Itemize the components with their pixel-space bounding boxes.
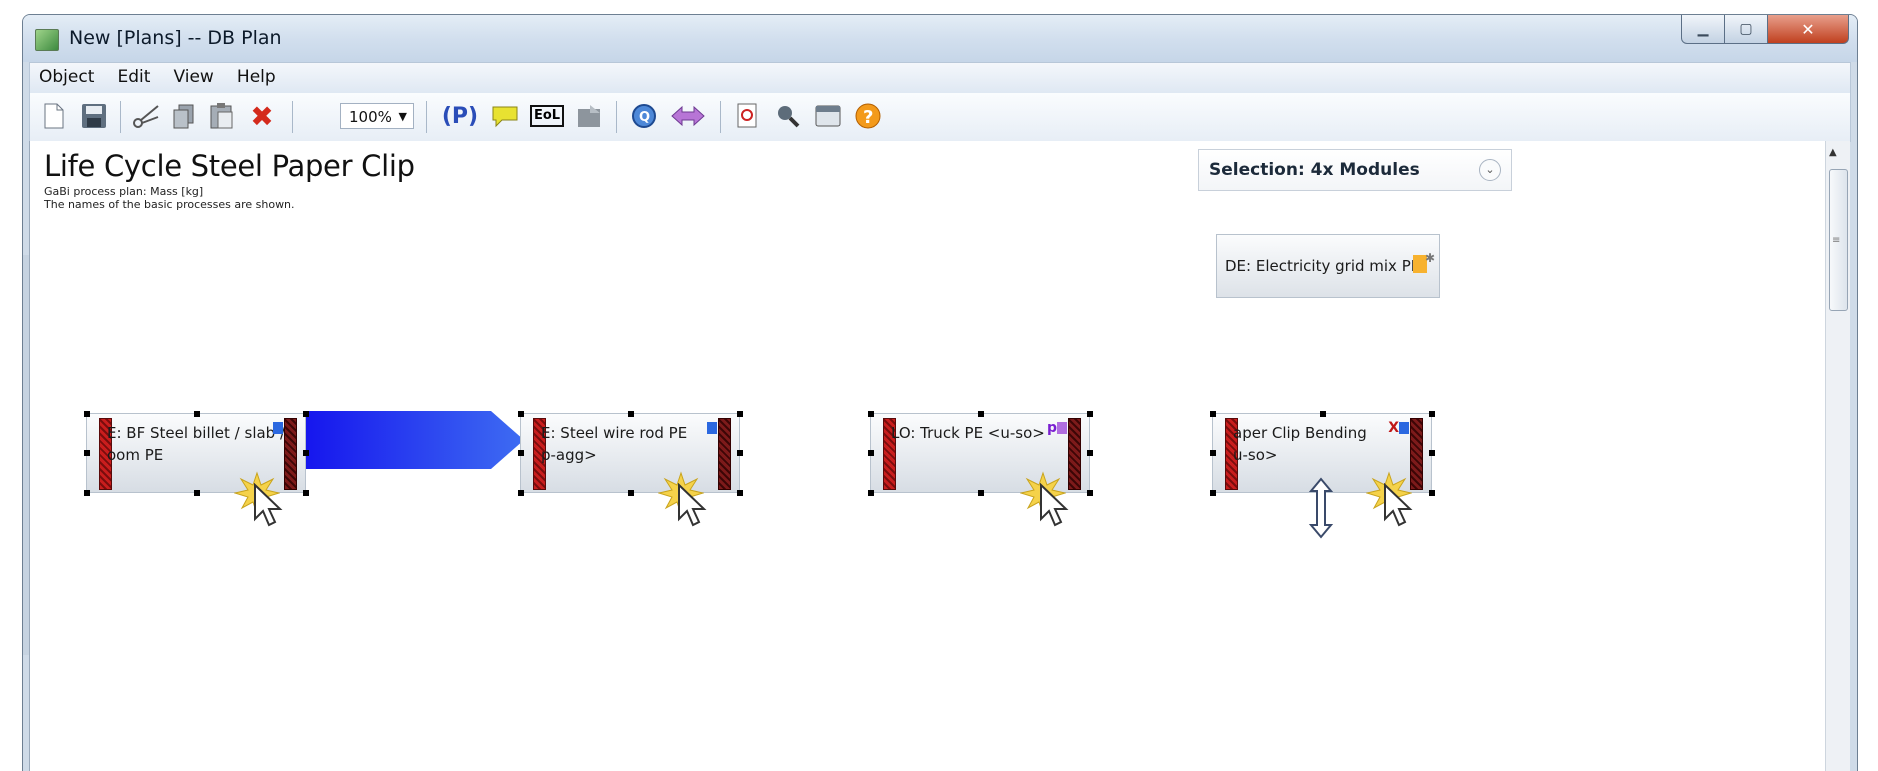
selection-panel[interactable]: Selection: 4x Modules ⌄	[1198, 149, 1512, 191]
comment-icon[interactable]	[490, 102, 518, 130]
window-title: New [Plans] -- DB Plan	[69, 27, 282, 49]
process-flag: p	[1046, 420, 1057, 436]
menu-edit[interactable]: Edit	[108, 63, 159, 87]
process-label-line2: p-agg>	[541, 446, 597, 464]
menu-view[interactable]: View	[164, 63, 222, 87]
left-border	[23, 255, 29, 655]
toolbar: ✖ 100% ▼ (P) EoL Q ?	[29, 93, 1851, 142]
output-bar	[718, 418, 731, 490]
flow-arrow[interactable]	[306, 411, 524, 469]
scroll-up-icon[interactable]: ▲	[1829, 147, 1837, 158]
save-icon[interactable]	[80, 102, 108, 130]
title-bar[interactable]: New [Plans] -- DB Plan ▁ ▢ ✕	[23, 15, 1857, 62]
eol-label: EoL	[529, 105, 565, 127]
electricity-label: DE: Electricity grid mix PE	[1225, 257, 1421, 275]
zoom-value: 100%	[349, 108, 392, 126]
delete-icon[interactable]: ✖	[248, 100, 276, 133]
process-type-icon	[1399, 422, 1409, 434]
menu-object[interactable]: Object	[30, 63, 103, 87]
app-icon	[35, 29, 59, 51]
quantities-icon[interactable]: Q	[630, 102, 658, 130]
plan-subtitle-line2: The names of the basic processes are sho…	[44, 198, 295, 211]
zoom-page-icon[interactable]	[734, 102, 762, 130]
vertical-scrollbar[interactable]: ▲ ≡	[1825, 141, 1850, 771]
chevron-down-icon: ▼	[398, 110, 407, 123]
app-window: New [Plans] -- DB Plan ▁ ▢ ✕ Object Edit…	[22, 14, 1858, 771]
grip-icon: ≡	[1832, 235, 1841, 246]
process-type-icon	[273, 422, 283, 434]
new-file-icon[interactable]	[40, 102, 68, 130]
close-button[interactable]: ✕	[1768, 15, 1849, 44]
process-label-line1: LO: Truck PE <u-so>	[891, 424, 1045, 442]
pointer-cursor-icon	[1384, 483, 1413, 527]
paste-icon[interactable]	[208, 102, 236, 130]
copy-icon[interactable]	[170, 102, 198, 130]
process-label-line1: E: BF Steel billet / slab /	[107, 424, 286, 442]
pointer-cursor-icon	[678, 483, 707, 527]
plan-subtitle-line1: GaBi process plan: Mass [kg]	[44, 185, 204, 198]
expand-chevron-icon[interactable]: ⌄	[1479, 159, 1501, 181]
flow-arrows-icon[interactable]	[670, 102, 706, 130]
cut-icon[interactable]	[132, 102, 160, 130]
window-controls: ▁ ▢ ✕	[1681, 15, 1849, 45]
process-label-line2: oom PE	[107, 446, 164, 464]
output-bar	[1068, 418, 1081, 490]
process-label-line1: aper Clip Bending	[1233, 424, 1367, 442]
maximize-button[interactable]: ▢	[1725, 15, 1768, 44]
process-type-icon	[1057, 422, 1067, 434]
pointer-cursor-icon	[1040, 483, 1069, 527]
process-label-line1: E: Steel wire rod PE	[541, 424, 688, 442]
zoom-select[interactable]: 100% ▼	[340, 103, 414, 129]
output-bar	[284, 418, 297, 490]
process-box[interactable]: E: Steel wire rod PE p-agg>	[520, 413, 740, 493]
plan-title: Life Cycle Steel Paper Clip	[44, 149, 415, 183]
window-icon[interactable]	[814, 102, 842, 130]
plan-icon[interactable]: (P)	[440, 102, 480, 130]
export-icon[interactable]	[576, 102, 604, 130]
menu-help[interactable]: Help	[228, 63, 285, 87]
plan-canvas[interactable]: Life Cycle Steel Paper Clip GaBi process…	[29, 141, 1826, 771]
eol-icon[interactable]: EoL	[529, 102, 565, 130]
svg-text:?: ?	[863, 107, 873, 128]
search-icon[interactable]	[774, 102, 802, 130]
pointer-cursor-icon	[254, 483, 283, 527]
process-label-line2: u-so>	[1233, 446, 1278, 464]
process-flag: X	[1388, 420, 1399, 436]
resize-cursor-icon	[1308, 477, 1334, 539]
minimize-button[interactable]: ▁	[1681, 15, 1725, 44]
menu-bar: Object Edit View Help	[29, 62, 1851, 94]
electricity-process[interactable]: DE: Electricity grid mix PE ✱	[1216, 234, 1440, 298]
process-type-icon	[707, 422, 717, 434]
plan-subtitle: GaBi process plan: Mass [kg] The names o…	[44, 185, 295, 211]
selection-label: Selection: 4x Modules	[1209, 160, 1420, 180]
help-icon[interactable]: ?	[854, 102, 882, 130]
svg-text:Q: Q	[639, 110, 650, 125]
gear-icon: ✱	[1424, 251, 1435, 265]
